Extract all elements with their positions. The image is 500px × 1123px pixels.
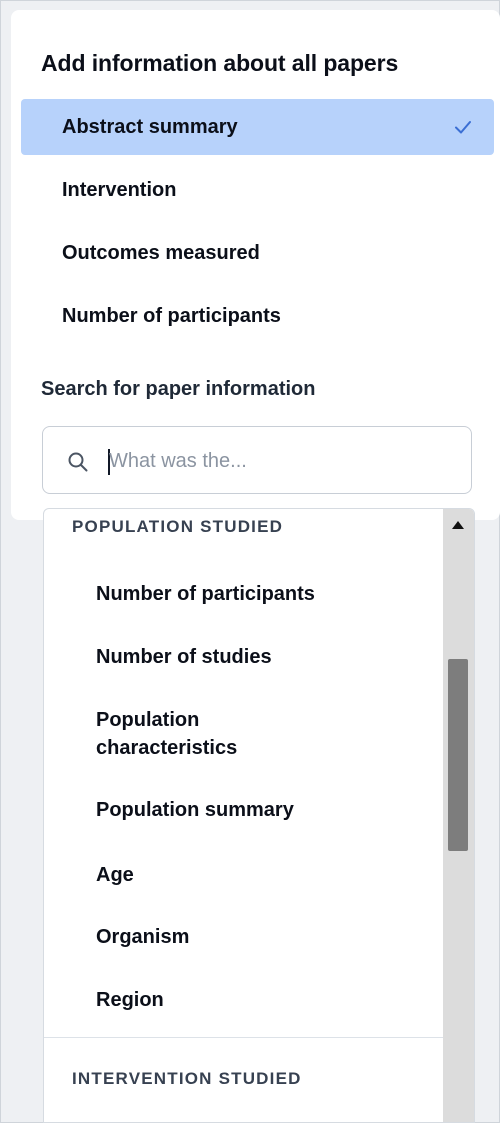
paper-information-dropdown: POPULATION STUDIED Number of participant…: [43, 508, 475, 1123]
group-header-population-studied: POPULATION STUDIED: [72, 517, 284, 536]
search-label: Search for paper information: [41, 378, 316, 400]
dropdown-item-population-summary[interactable]: Population summary: [96, 796, 416, 824]
option-label: Outcomes measured: [62, 241, 260, 264]
dropdown-item-number-of-participants[interactable]: Number of participants: [96, 580, 416, 608]
option-intervention[interactable]: Intervention: [21, 162, 494, 218]
option-label: Intervention: [62, 178, 177, 201]
scrollbar-thumb[interactable]: [448, 659, 468, 851]
group-header-intervention-studied: INTERVENTION STUDIED: [72, 1069, 302, 1088]
option-outcomes-measured[interactable]: Outcomes measured: [21, 225, 494, 281]
dropdown-list: POPULATION STUDIED Number of participant…: [44, 509, 445, 1122]
group-divider: [44, 1037, 445, 1038]
dropdown-item-region[interactable]: Region: [96, 986, 416, 1014]
option-abstract-summary[interactable]: Abstract summary: [21, 99, 494, 155]
dropdown-item-number-of-studies[interactable]: Number of studies: [96, 643, 416, 671]
dropdown-item-organism[interactable]: Organism: [96, 923, 416, 951]
dropdown-item-age[interactable]: Age: [96, 861, 416, 889]
option-number-of-participants[interactable]: Number of participants: [21, 288, 494, 344]
dropdown-item-population-characteristics[interactable]: Population characteristics: [96, 706, 336, 762]
search-box[interactable]: [42, 426, 472, 494]
option-label: Abstract summary: [62, 115, 238, 138]
triangle-up-icon[interactable]: [452, 521, 464, 529]
search-icon: [68, 452, 88, 472]
search-input[interactable]: [109, 441, 449, 481]
dropdown-scrollbar[interactable]: [443, 509, 474, 1122]
check-icon: [455, 121, 471, 134]
add-information-panel: Add information about all papers Abstrac…: [11, 10, 500, 520]
option-label: Number of participants: [62, 304, 281, 327]
panel-title: Add information about all papers: [41, 50, 399, 76]
